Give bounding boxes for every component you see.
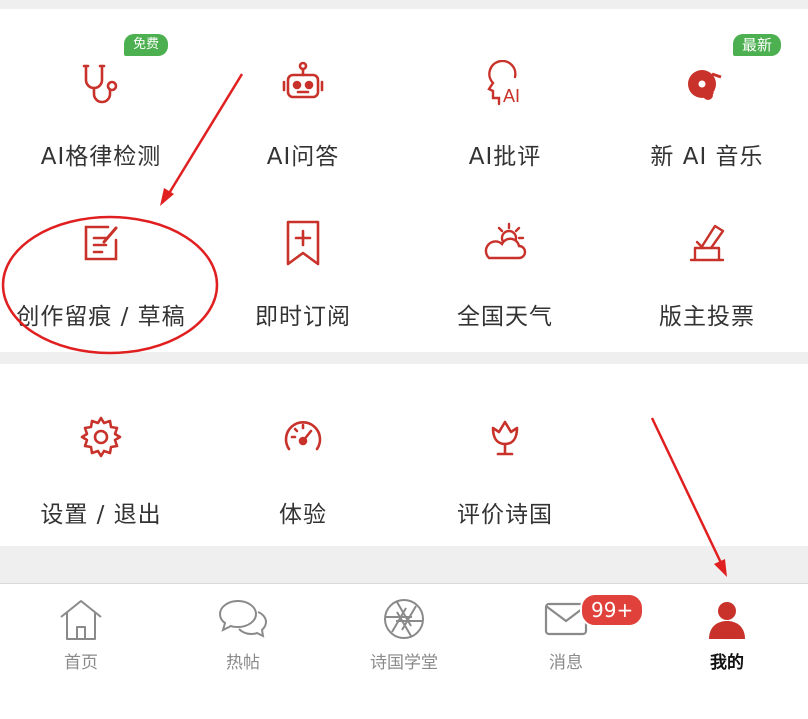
tab-home[interactable]: 首页: [0, 584, 162, 719]
weather-icon: [404, 213, 606, 273]
tab-label: 热帖: [226, 653, 260, 673]
lotus-icon: [404, 409, 606, 465]
tile-label: 即时订阅: [255, 304, 351, 330]
tile-experience[interactable]: 体验: [202, 409, 404, 559]
tile-moderator-vote[interactable]: 版主投票: [606, 213, 808, 363]
gear-icon: [0, 409, 202, 465]
robot-icon: [202, 55, 404, 115]
tile-drafts[interactable]: 创作留痕 / 草稿: [0, 213, 202, 363]
more-grid: 设置 / 退出 体验 评价诗国: [0, 364, 808, 546]
aperture-icon: [323, 596, 485, 642]
tile-rate-app[interactable]: 评价诗国: [404, 409, 606, 559]
user-icon: [646, 596, 808, 642]
tile-label: 版主投票: [659, 304, 755, 330]
tab-label: 诗国学堂: [370, 653, 438, 673]
tile-label: 设置 / 退出: [40, 502, 162, 528]
edit-note-icon: [0, 213, 202, 273]
music-disc-icon: [606, 55, 808, 115]
tab-label: 消息: [549, 653, 583, 673]
home-icon: [0, 596, 162, 642]
chat-bubbles-icon: [162, 596, 324, 642]
tile-ai-qa[interactable]: AI问答: [202, 55, 404, 205]
vote-box-icon: [606, 213, 808, 273]
tab-poetry-school[interactable]: 诗国学堂: [323, 584, 485, 719]
tab-label: 首页: [64, 653, 98, 673]
tab-hot-posts[interactable]: 热帖: [162, 584, 324, 719]
svg-text:AI: AI: [503, 86, 520, 106]
tile-weather[interactable]: 全国天气: [404, 213, 606, 363]
tile-ai-meter-check[interactable]: AI格律检测: [0, 55, 202, 205]
stethoscope-icon: [0, 55, 202, 115]
tile-label: 体验: [279, 502, 327, 528]
section-divider: [0, 546, 808, 583]
top-divider: [0, 0, 808, 9]
tile-label: AI问答: [266, 144, 340, 170]
tile-subscribe[interactable]: 即时订阅: [202, 213, 404, 363]
bookmark-plus-icon: [202, 213, 404, 273]
tile-label: AI批评: [468, 144, 542, 170]
tile-label: 创作留痕 / 草稿: [16, 304, 186, 330]
tile-label: AI格律检测: [40, 144, 162, 170]
tile-new-ai-music[interactable]: 新 AI 音乐: [606, 55, 808, 205]
free-badge: 免费: [124, 34, 169, 56]
new-badge: 最新: [733, 34, 782, 56]
tile-label: 评价诗国: [457, 502, 553, 528]
tab-label: 我的: [710, 653, 744, 673]
tile-label: 全国天气: [457, 304, 553, 330]
feature-grid: AI格律检测 免费 AI问答 AI AI批评 新 AI 音乐 最新 创作留痕 /…: [0, 9, 808, 352]
tile-label: 新 AI 音乐: [650, 144, 764, 170]
message-count-badge: 99+: [580, 593, 645, 627]
tab-mine[interactable]: 我的: [646, 584, 808, 719]
ai-head-icon: AI: [404, 55, 606, 115]
bottom-tab-bar: 首页 热帖 诗国学堂 消息 我的: [0, 583, 808, 719]
tile-ai-critique[interactable]: AI AI批评: [404, 55, 606, 205]
speedometer-icon: [202, 409, 404, 465]
tile-settings-logout[interactable]: 设置 / 退出: [0, 409, 202, 559]
section-divider: [0, 352, 808, 364]
